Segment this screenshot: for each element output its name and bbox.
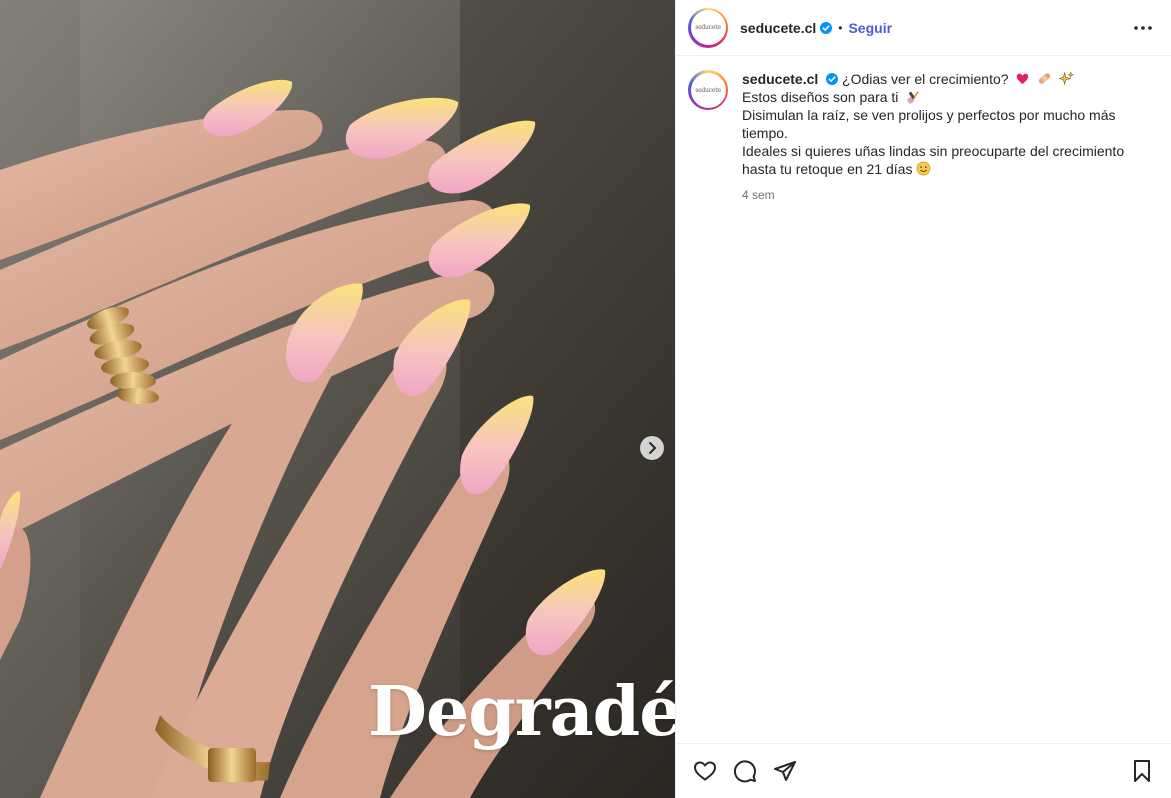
bandage-emoji-icon: [1039, 73, 1051, 84]
share-button[interactable]: [772, 758, 798, 784]
like-button[interactable]: [692, 758, 718, 784]
avatar-logo-text: seducete: [695, 24, 721, 31]
caption-text: seducete.cl ¿Odias ver el crecimiento? E…: [742, 70, 1132, 204]
post-side-panel: seducete seducete.cl • Seguir seducete s…: [675, 0, 1171, 798]
bookmark-icon: [1134, 760, 1150, 782]
caption-avatar[interactable]: seducete: [688, 70, 728, 110]
overlay-caption-text: Degradé: [368, 672, 675, 752]
follow-button[interactable]: Seguir: [848, 20, 892, 36]
save-button[interactable]: [1129, 758, 1155, 784]
comment-button[interactable]: [732, 758, 758, 784]
separator-dot: •: [838, 20, 843, 35]
caption-line-2: Estos diseños son para ti: [742, 89, 899, 105]
more-options-button[interactable]: [1129, 14, 1157, 42]
post-header: seducete seducete.cl • Seguir: [676, 0, 1171, 56]
heart-icon: [694, 761, 716, 781]
caption-username-link[interactable]: seducete.cl: [742, 71, 818, 87]
post-action-bar: [676, 743, 1171, 798]
red-heart-emoji-icon: [1017, 73, 1029, 85]
nail-polish-emoji-icon: [907, 91, 920, 104]
paper-plane-icon: [774, 761, 796, 781]
caption-line-4: Ideales si quieres uñas lindas sin preoc…: [742, 143, 1125, 177]
more-options-icon: [1134, 26, 1152, 30]
avatar-logo-text: seducete: [695, 86, 721, 94]
caption-line-1: ¿Odias ver el crecimiento?: [842, 71, 1009, 87]
chevron-right-icon: [649, 442, 656, 454]
avatar[interactable]: seducete: [688, 7, 728, 48]
post-timestamp[interactable]: 4 sem: [742, 186, 1132, 204]
post-media[interactable]: Degradé: [0, 0, 675, 798]
sparkles-emoji-icon: [1059, 71, 1075, 86]
verified-badge-icon: [820, 21, 833, 34]
comment-icon: [734, 760, 756, 783]
username-link[interactable]: seducete.cl: [740, 20, 816, 36]
caption-line-3: Disimulan la raíz, se ven prolijos y per…: [742, 107, 1116, 141]
verified-badge-icon: [826, 73, 839, 85]
next-media-button[interactable]: [640, 436, 664, 460]
caption-area: seducete seducete.cl ¿Odias ver el creci…: [676, 56, 1171, 204]
smiling-face-emoji-icon: [917, 161, 931, 176]
